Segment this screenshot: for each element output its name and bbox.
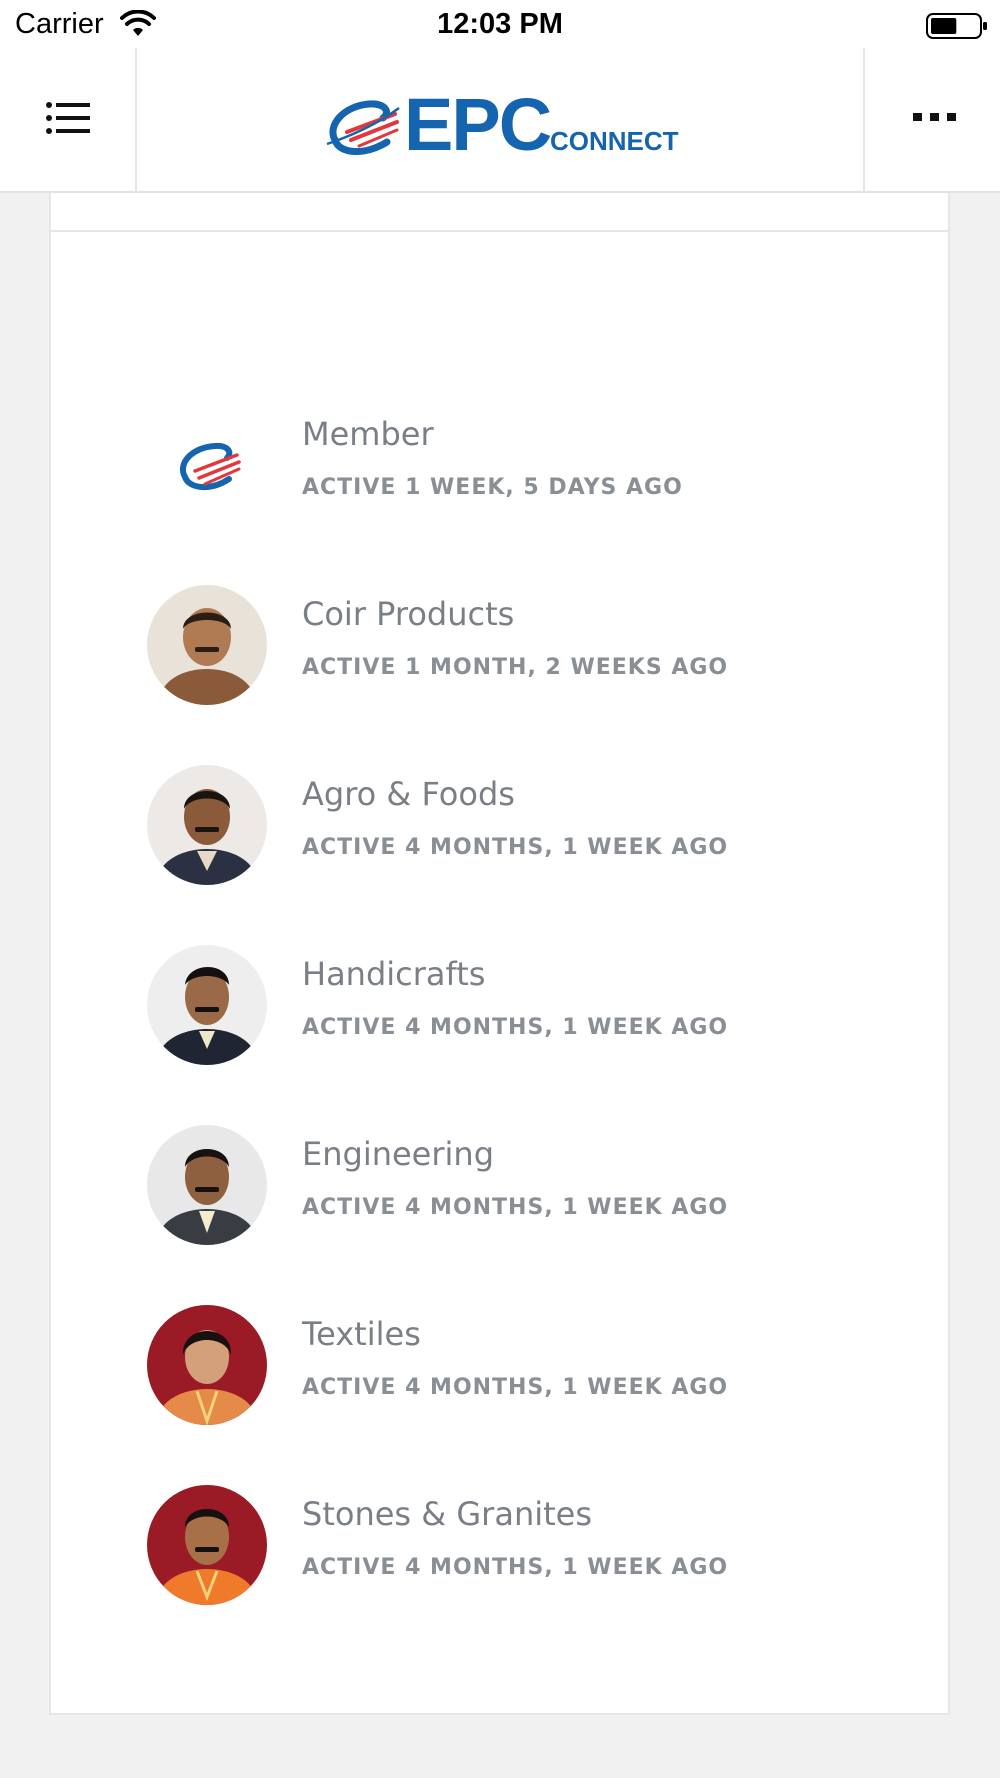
list-item[interactable]: Coir Products ACTIVE 1 MONTH, 2 WEEKS AG… xyxy=(51,585,948,725)
person-photo-icon xyxy=(147,945,267,1065)
list-item[interactable]: Agro & Foods ACTIVE 4 MONTHS, 1 WEEK AGO xyxy=(51,765,948,905)
epc-connect-logo[interactable]: EPC CONNECT xyxy=(320,83,680,168)
member-status: ACTIVE 4 MONTHS, 1 WEEK AGO xyxy=(302,1015,729,1040)
member-status: ACTIVE 4 MONTHS, 1 WEEK AGO xyxy=(302,1195,729,1220)
person-photo-icon xyxy=(147,1125,267,1245)
status-time: 12:03 PM xyxy=(437,8,563,40)
member-status: ACTIVE 4 MONTHS, 1 WEEK AGO xyxy=(302,835,729,860)
avatar[interactable] xyxy=(147,765,267,885)
member-name[interactable]: Agro & Foods xyxy=(302,775,515,813)
member-name[interactable]: Coir Products xyxy=(302,595,514,633)
list-item[interactable]: Textiles ACTIVE 4 MONTHS, 1 WEEK AGO xyxy=(51,1305,948,1445)
avatar[interactable] xyxy=(147,1485,267,1605)
list-item[interactable]: Engineering ACTIVE 4 MONTHS, 1 WEEK AGO xyxy=(51,1125,948,1265)
app-header: EPC CONNECT xyxy=(0,48,1000,193)
more-icon xyxy=(913,113,956,121)
logo-connect-text: CONNECT xyxy=(550,126,679,156)
avatar[interactable] xyxy=(147,405,267,525)
battery-icon xyxy=(926,13,987,39)
card-header-strip xyxy=(49,193,950,232)
epc-logo-mark-icon xyxy=(326,100,400,156)
avatar[interactable] xyxy=(147,945,267,1065)
member-name[interactable]: Member xyxy=(302,415,434,453)
person-photo-icon xyxy=(147,1485,267,1605)
person-photo-icon xyxy=(147,1305,267,1425)
members-card: Member ACTIVE 1 WEEK, 5 DAYS AGO Coir Pr… xyxy=(49,232,950,1715)
person-photo-icon xyxy=(147,585,267,705)
more-options-button[interactable] xyxy=(863,48,1000,191)
member-status: ACTIVE 1 WEEK, 5 DAYS AGO xyxy=(302,475,683,500)
member-name[interactable]: Textiles xyxy=(302,1315,421,1353)
member-status: ACTIVE 4 MONTHS, 1 WEEK AGO xyxy=(302,1555,729,1580)
avatar[interactable] xyxy=(147,1305,267,1425)
member-name[interactable]: Handicrafts xyxy=(302,955,485,993)
list-item[interactable]: Stones & Granites ACTIVE 4 MONTHS, 1 WEE… xyxy=(51,1485,948,1625)
member-status: ACTIVE 4 MONTHS, 1 WEEK AGO xyxy=(302,1375,729,1400)
menu-button[interactable] xyxy=(0,48,137,191)
avatar[interactable] xyxy=(147,1125,267,1245)
person-photo-icon xyxy=(147,765,267,885)
logo-epc-text: EPC xyxy=(404,83,552,166)
member-name[interactable]: Stones & Granites xyxy=(302,1495,592,1533)
epc-logo-icon xyxy=(147,405,267,525)
list-item[interactable]: Member ACTIVE 1 WEEK, 5 DAYS AGO xyxy=(51,405,948,545)
member-name[interactable]: Engineering xyxy=(302,1135,494,1173)
avatar[interactable] xyxy=(147,585,267,705)
list-icon xyxy=(46,102,90,134)
member-status: ACTIVE 1 MONTH, 2 WEEKS AGO xyxy=(302,655,729,680)
status-bar: Carrier 12:03 PM xyxy=(0,0,1000,48)
list-item[interactable]: Handicrafts ACTIVE 4 MONTHS, 1 WEEK AGO xyxy=(51,945,948,1085)
